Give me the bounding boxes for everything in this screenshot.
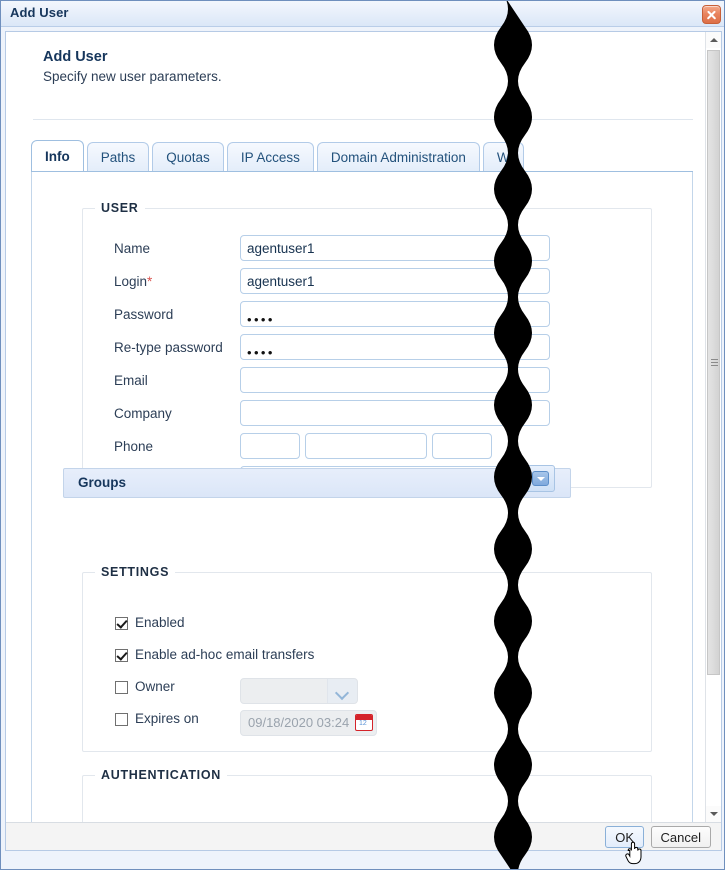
field-row-email: Email: [83, 367, 651, 399]
dialog-footer: OK Cancel: [6, 822, 721, 850]
close-icon[interactable]: [702, 5, 721, 24]
tab-bar: Info Paths Quotas IP Access Domain Admin…: [31, 140, 527, 172]
retype-password-input[interactable]: [240, 334, 550, 360]
scroll-up-button[interactable]: [706, 32, 721, 48]
enabled-checkbox[interactable]: [115, 617, 128, 630]
dialog-body: Add User Specify new user parameters. In…: [5, 31, 722, 851]
field-row-password: Password ••••: [83, 301, 651, 333]
chevron-down-icon: [710, 812, 718, 817]
authentication-legend: AUTHENTICATION: [95, 768, 227, 782]
company-label: Company: [114, 406, 172, 421]
tab-quotas[interactable]: Quotas: [152, 142, 224, 172]
user-legend: USER: [95, 201, 145, 215]
tab-paths[interactable]: Paths: [86, 142, 150, 172]
chevron-down-icon: [532, 471, 549, 486]
name-label: Name: [114, 241, 151, 256]
chevron-up-icon: [710, 38, 718, 43]
name-input[interactable]: [240, 235, 550, 261]
password-masked-value: ••••: [247, 312, 275, 327]
expires-on-date-field[interactable]: 09/18/2020 03:24: [240, 710, 377, 736]
retype-password-masked-value: ••••: [247, 345, 275, 360]
adhoc-email-checkbox[interactable]: [115, 649, 128, 662]
password-label: Password: [114, 307, 174, 322]
chevron-down-icon: [327, 679, 357, 703]
required-marker: *: [147, 274, 153, 289]
dialog-titlebar: Add User: [1, 1, 724, 27]
groups-expand-button[interactable]: [525, 465, 555, 492]
tab-ip-access[interactable]: IP Access: [226, 142, 314, 172]
checkbox-row-enabled: Enabled: [83, 611, 651, 643]
owner-select[interactable]: [240, 678, 358, 704]
tab-panel-info: USER Name Login* Password ••••: [31, 172, 693, 822]
user-fieldset: USER Name Login* Password ••••: [82, 201, 652, 492]
tab-web[interactable]: W: [482, 142, 524, 172]
login-label: Login*: [114, 274, 153, 289]
expires-on-label: Expires on: [135, 711, 199, 726]
email-input[interactable]: [240, 367, 550, 393]
dialog-title: Add User: [10, 5, 69, 20]
phone-label: Phone: [114, 439, 154, 454]
groups-header-bar[interactable]: Groups: [63, 468, 571, 498]
add-user-dialog: Add User Add User Specify new user param…: [0, 0, 725, 870]
owner-checkbox[interactable]: [115, 681, 128, 694]
email-label: Email: [114, 373, 148, 388]
expires-on-value: 09/18/2020 03:24: [248, 715, 350, 730]
password-input[interactable]: [240, 301, 550, 327]
field-row-login: Login*: [83, 268, 651, 300]
page-subtitle: Specify new user parameters.: [43, 69, 222, 84]
settings-legend: SETTINGS: [95, 565, 176, 579]
tab-info[interactable]: Info: [31, 140, 84, 172]
header-divider: [33, 119, 693, 120]
field-row-phone: Phone: [83, 433, 651, 465]
retype-password-label: Re-type password: [114, 340, 223, 355]
field-row-company: Company: [83, 400, 651, 432]
tab-domain-administration[interactable]: Domain Administration: [316, 142, 480, 172]
groups-label: Groups: [78, 475, 127, 490]
scrollbar-thumb[interactable]: [707, 50, 720, 675]
scroll-down-button[interactable]: [706, 806, 721, 822]
ok-button[interactable]: OK: [605, 826, 644, 848]
adhoc-email-label: Enable ad-hoc email transfers: [135, 647, 315, 662]
field-row-retype-password: Re-type password ••••: [83, 334, 651, 366]
phone-input-part2[interactable]: [305, 433, 427, 459]
phone-input-part1[interactable]: [240, 433, 300, 459]
calendar-icon[interactable]: [355, 714, 373, 731]
checkbox-row-adhoc-email: Enable ad-hoc email transfers: [83, 643, 651, 675]
enabled-label: Enabled: [135, 615, 185, 630]
scroll-viewport: Add User Specify new user parameters. In…: [6, 32, 706, 822]
cancel-button[interactable]: Cancel: [650, 826, 711, 848]
login-input[interactable]: [240, 268, 550, 294]
company-input[interactable]: [240, 400, 550, 426]
grip-icon: [711, 358, 718, 367]
phone-input-part3[interactable]: [432, 433, 492, 459]
page-title: Add User: [43, 49, 108, 65]
checkbox-row-owner: Owner: [83, 675, 651, 707]
owner-label: Owner: [135, 679, 175, 694]
expires-on-checkbox[interactable]: [115, 713, 128, 726]
vertical-scrollbar[interactable]: [705, 32, 721, 822]
settings-fieldset: SETTINGS Enabled Enable ad-hoc email tra…: [82, 565, 652, 752]
checkbox-row-expires-on: Expires on 09/18/2020 03:24: [83, 707, 651, 739]
authentication-fieldset: AUTHENTICATION Require secured connectio…: [82, 768, 652, 822]
page-header: Add User Specify new user parameters.: [6, 32, 706, 90]
field-row-name: Name: [83, 235, 651, 267]
